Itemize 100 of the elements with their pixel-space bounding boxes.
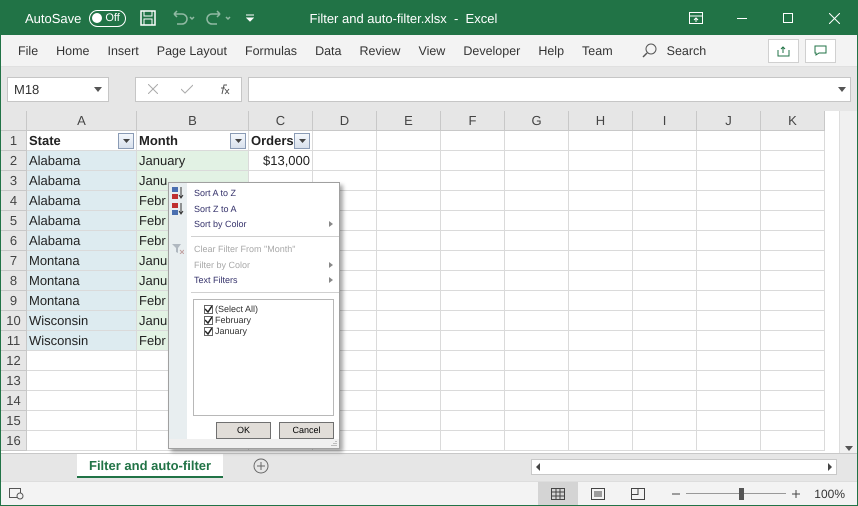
redo-icon[interactable] [206,10,232,26]
zoom-slider-thumb[interactable] [739,488,744,500]
row-header[interactable]: 13 [1,371,27,391]
horizontal-scrollbar[interactable] [531,459,837,475]
zoom-level[interactable]: 100% [814,486,845,500]
table-cell: $13,000 [249,151,313,171]
zoom-in-icon[interactable] [792,490,800,498]
ribbon-tab[interactable]: File [9,35,48,66]
cancel-button[interactable]: Cancel [279,422,334,439]
table-cell: Montana [27,251,137,271]
ribbon-tab[interactable]: Review [350,35,410,66]
ok-button[interactable]: OK [216,422,271,439]
column-header[interactable]: J [697,111,761,131]
row-header[interactable]: 7 [1,251,27,271]
row-header[interactable]: 9 [1,291,27,311]
table-cell: Alabama [27,191,137,211]
column-header[interactable]: G [505,111,569,131]
page-break-icon [631,488,646,500]
maximize-icon[interactable] [783,13,793,23]
window-title: Filter and auto-filter.xlsx - Excel [308,10,498,26]
clear-filter-icon [172,244,184,254]
ribbon-tab[interactable]: Insert [98,35,148,66]
table-cell: January [137,151,249,171]
ribbon-tab[interactable]: View [409,35,454,66]
sort-ascending-icon [171,186,185,200]
share-icon [777,44,790,56]
row-header[interactable]: 10 [1,311,27,331]
column-header[interactable]: B [137,111,249,131]
row-header[interactable]: 11 [1,331,27,351]
row-header[interactable]: 16 [1,431,27,451]
caret-icon [298,138,306,142]
table-cell: Wisconsin [27,311,137,331]
row-header[interactable]: 2 [1,151,27,171]
column-header[interactable]: A [27,111,137,131]
ribbon-tab[interactable]: Team [573,35,622,66]
row-header[interactable]: 3 [1,171,27,191]
formula-input[interactable] [248,76,851,102]
ribbon-display-icon[interactable] [689,12,703,24]
column-header[interactable]: C [249,111,313,131]
caret-icon [838,86,846,92]
checkbox-label[interactable]: February [215,315,252,326]
table-cell: Alabama [27,231,137,251]
column-header[interactable]: K [761,111,825,131]
row-header[interactable]: 1 [1,131,27,151]
name-box[interactable]: M18 [7,76,109,102]
macro-recording-icon[interactable] [9,488,24,500]
normal-view-button[interactable] [538,482,578,505]
share-button[interactable] [768,38,800,62]
heading-text: State [29,133,61,148]
sheet-tab[interactable]: Filter and auto-filter [77,454,224,478]
ribbon-tab[interactable]: Help [529,35,574,66]
save-icon[interactable] [140,10,156,26]
page-icon [591,488,606,500]
row-header[interactable]: 8 [1,271,27,291]
menu-item[interactable]: Sort by Color [169,216,339,232]
menu-item[interactable]: Sort A to Z [169,185,339,201]
ribbon-tab[interactable]: Home [47,35,98,66]
column-header[interactable]: F [441,111,505,131]
checkbox[interactable] [204,326,213,336]
table-cell: Alabama [27,171,137,191]
add-sheet-icon[interactable] [253,458,270,474]
row-header[interactable]: 4 [1,191,27,211]
checkbox[interactable] [204,316,213,325]
customize-toolbar-icon[interactable] [246,14,254,22]
ribbon-tab[interactable]: Data [306,35,350,66]
row-header[interactable]: 12 [1,351,27,371]
autosave-label: AutoSave [25,10,82,26]
filter-dropdown-button[interactable] [294,132,310,148]
resize-grip-icon[interactable] [331,440,337,446]
comment-icon [814,45,828,56]
filter-dropdown-button[interactable] [118,132,134,148]
row-header[interactable]: 6 [1,231,27,251]
row-header[interactable]: 5 [1,211,27,231]
search-button[interactable]: Search [634,43,714,58]
ribbon-tab[interactable]: Formulas [236,35,306,66]
table-cell: Alabama [27,151,137,171]
row-header[interactable]: 15 [1,411,27,431]
column-header[interactable]: H [569,111,633,131]
heading-text: Month [139,133,178,148]
submenu-arrow-icon [329,221,333,228]
ribbon-tab[interactable]: Page Layout [148,35,236,66]
column-header[interactable]: E [377,111,441,131]
menu-item[interactable]: Sort Z to A [169,200,339,216]
autosave-toggle[interactable]: Off [89,10,126,26]
filter-dropdown-button[interactable] [230,132,246,148]
heading-text: Orders [251,133,294,148]
submenu-arrow-icon [329,262,333,268]
comments-button[interactable] [805,38,836,62]
column-header[interactable]: D [313,111,377,131]
caret-icon [122,138,130,142]
scroll-down-icon[interactable] [844,446,852,451]
close-icon[interactable] [828,12,840,24]
table-cell: Wisconsin [27,331,137,351]
column-header[interactable]: I [633,111,697,131]
checkbox[interactable] [204,304,213,314]
search-icon [642,43,657,58]
row-header[interactable]: 14 [1,391,27,411]
table-cell: Alabama [27,211,137,231]
ribbon-tab[interactable]: Developer [454,35,530,66]
menu-item[interactable]: Text Filters [169,272,339,288]
